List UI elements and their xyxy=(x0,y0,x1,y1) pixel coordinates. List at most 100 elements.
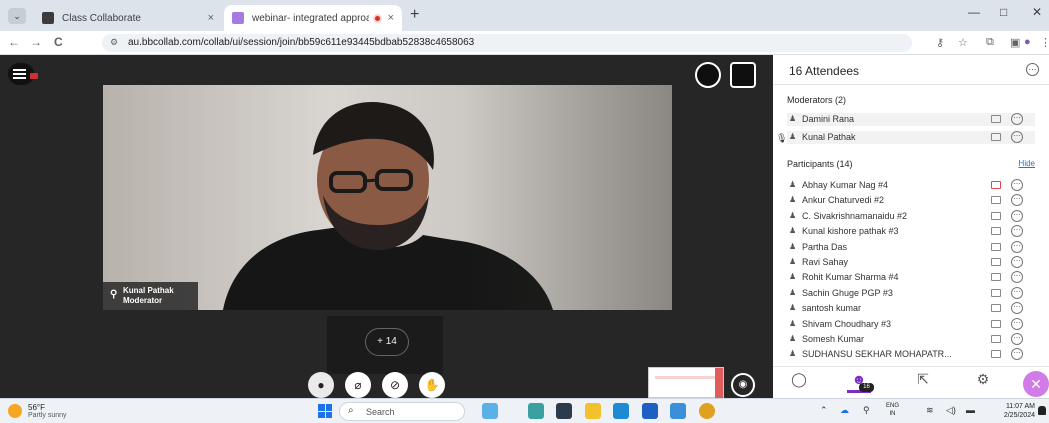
collaborate-favicon-icon xyxy=(42,12,54,24)
list-item[interactable]: ♟ Partha Das ⋯ xyxy=(787,240,1035,254)
language-code: ENG xyxy=(886,403,900,409)
recording-indicator-icon xyxy=(372,13,382,23)
weather-widget[interactable]: 56°F Partly sunny xyxy=(8,402,88,422)
attendee-options-icon[interactable]: ⋯ xyxy=(1011,225,1023,238)
list-item[interactable]: ♟ Sachin Ghuge PGP #3 ⋯ xyxy=(787,286,1035,300)
store-app-icon[interactable] xyxy=(642,403,658,419)
list-item[interactable]: ♟ Shivam Choudhary #3 ⋯ xyxy=(787,317,1035,331)
shared-content-preview[interactable] xyxy=(648,367,724,399)
back-button[interactable]: ← xyxy=(8,35,20,49)
maximize-button[interactable]: □ xyxy=(1000,5,1007,19)
list-item[interactable]: ♟ C. Sivakrishnamanaidu #2 ⋯ xyxy=(787,209,1035,223)
edge-browser-icon[interactable] xyxy=(613,403,629,419)
settings-gear-icon[interactable]: ⚙ xyxy=(971,371,995,393)
system-clock[interactable]: 11:07 AM 2/25/2024 xyxy=(1001,402,1035,420)
panel-options-icon[interactable]: ⋯ xyxy=(1026,63,1039,76)
captions-icon xyxy=(991,211,1001,220)
minimize-button[interactable]: — xyxy=(968,5,980,19)
attendee-options-icon[interactable]: ⋯ xyxy=(1011,179,1023,191)
user-icon: ⚲ xyxy=(110,289,118,300)
raise-hand-icon[interactable]: ✋ xyxy=(419,372,445,398)
weather-condition: Partly sunny xyxy=(28,412,67,419)
list-item[interactable]: ♟ SUDHANSU SEKHAR MOHAPATR... ⋯ xyxy=(787,348,1035,361)
volume-icon[interactable]: ◁) xyxy=(946,405,956,416)
side-panel-icon[interactable]: ▣ xyxy=(1010,36,1020,49)
attendee-options-icon[interactable]: ⋯ xyxy=(1011,209,1023,222)
attendee-options-icon[interactable]: ⋯ xyxy=(1011,194,1023,207)
attendee-options-icon[interactable]: ⋯ xyxy=(1011,317,1023,330)
attendee-name: Ankur Chaturvedi #2 xyxy=(802,195,885,206)
attendee-options-icon[interactable]: ⋯ xyxy=(1011,348,1023,361)
list-item[interactable]: ♟ Ravi Sahay ⋯ xyxy=(787,256,1035,269)
location-pin-icon[interactable]: ⚲ xyxy=(863,405,870,416)
my-status-avatar-icon[interactable]: ● xyxy=(308,372,334,398)
reload-button[interactable]: C xyxy=(54,35,63,49)
hide-participants-link[interactable]: Hide xyxy=(1019,159,1035,168)
onedrive-cloud-icon[interactable]: ☁ xyxy=(840,405,849,416)
site-info-icon[interactable]: ⚙ xyxy=(110,37,118,48)
tab-search-button[interactable]: ⌄ xyxy=(8,8,26,24)
attendee-options-icon[interactable]: ⋯ xyxy=(1011,240,1023,253)
follow-speaker-icon[interactable] xyxy=(695,62,721,88)
microphone-muted-icon[interactable]: ⌀ xyxy=(345,372,371,398)
recording-dot-icon xyxy=(30,73,38,79)
person-icon: ♟ xyxy=(789,349,797,359)
list-item[interactable]: ♟ Kunal Pathak ⋯ xyxy=(787,131,1035,144)
list-item[interactable]: ♟ Damini Rana ⋯ xyxy=(787,113,1035,126)
extensions-icon[interactable]: ⧉ xyxy=(986,36,994,49)
layout-grid-icon[interactable] xyxy=(730,62,756,88)
teams-app-icon[interactable] xyxy=(528,403,544,419)
wifi-icon[interactable]: ≋ xyxy=(926,405,934,416)
language-indicator[interactable]: ENG IN xyxy=(886,402,899,418)
widgets-app-icon[interactable] xyxy=(482,403,498,419)
captions-icon xyxy=(991,115,1001,123)
bookmark-star-icon[interactable]: ☆ xyxy=(958,36,968,49)
outlook-app-icon[interactable] xyxy=(670,403,686,419)
list-item[interactable]: ♟ Somesh Kumar ⋯ xyxy=(787,333,1035,346)
person-icon: ♟ xyxy=(789,287,797,297)
list-item[interactable]: ♟ santosh kumar ⋯ xyxy=(787,302,1035,315)
attendee-options-icon[interactable]: ⋯ xyxy=(1011,333,1023,345)
attendee-options-icon[interactable]: ⋯ xyxy=(1011,256,1023,268)
more-participants-button[interactable]: + 14 xyxy=(365,328,409,356)
battery-icon[interactable]: ▬ xyxy=(966,405,975,415)
new-tab-button[interactable]: + xyxy=(410,6,419,24)
tab-close-icon[interactable]: × xyxy=(208,12,214,24)
show-hidden-icons-icon[interactable]: ⌃ xyxy=(820,405,828,416)
list-item[interactable]: ♟ Ankur Chaturvedi #2 ⋯ xyxy=(787,194,1035,207)
attendee-options-icon[interactable]: ⋯ xyxy=(1011,113,1023,125)
attendees-panel: 16 Attendees ⋯ Moderators (2) ♟ Damini R… xyxy=(773,55,1049,398)
task-view-app-icon[interactable] xyxy=(556,403,572,419)
close-window-button[interactable]: ✕ xyxy=(1032,5,1042,19)
camera-off-icon[interactable]: ⊘ xyxy=(382,372,408,398)
attendee-options-icon[interactable]: ⋯ xyxy=(1011,286,1023,299)
profile-avatar-icon[interactable]: ● xyxy=(1024,36,1031,48)
list-item[interactable]: ♟ Rohit Kumar Sharma #4 ⋯ xyxy=(787,271,1035,284)
password-key-icon[interactable]: ⚷ xyxy=(936,36,944,49)
taskbar-search-input[interactable]: ⌕ Search xyxy=(339,402,465,421)
notifications-bell-icon[interactable] xyxy=(1038,406,1046,415)
windows-start-icon[interactable] xyxy=(318,404,332,418)
speaking-mic-icon: 🎙 xyxy=(776,133,788,143)
file-explorer-icon[interactable] xyxy=(585,403,601,419)
tab-close-icon[interactable]: × xyxy=(388,12,394,24)
browser-menu-icon[interactable]: ⋮ xyxy=(1040,36,1049,49)
forward-button[interactable]: → xyxy=(30,35,42,49)
attendee-options-icon[interactable]: ⋯ xyxy=(1011,271,1023,284)
chat-icon[interactable]: ◯ xyxy=(787,371,811,393)
more-participants-tile: + 14 xyxy=(327,316,443,374)
attendees-tab-icon[interactable]: ☻ 16 xyxy=(847,371,874,393)
tab-webinar[interactable]: webinar- integrated approa × xyxy=(224,5,402,31)
attendee-options-icon[interactable]: ⋯ xyxy=(1011,131,1023,143)
moderators-header: Moderators (2) xyxy=(787,95,847,105)
share-content-icon[interactable]: ⇱ xyxy=(911,371,935,393)
list-item[interactable]: ♟ Abhay Kumar Nag #4 ⋯ xyxy=(787,179,1035,192)
share-camera-icon[interactable]: ◉ xyxy=(731,373,755,397)
list-item[interactable]: ♟ Kunal kishore pathak #3 ⋯ xyxy=(787,225,1035,238)
chrome-browser-icon[interactable] xyxy=(699,403,715,419)
close-panel-button[interactable]: ✕ xyxy=(1023,371,1049,397)
url-input[interactable]: ⚙ au.bbcollab.com/collab/ui/session/join… xyxy=(102,34,912,52)
session-menu-button[interactable] xyxy=(8,63,38,85)
tab-class-collaborate[interactable]: Class Collaborate × xyxy=(34,5,222,31)
attendee-options-icon[interactable]: ⋯ xyxy=(1011,302,1023,315)
